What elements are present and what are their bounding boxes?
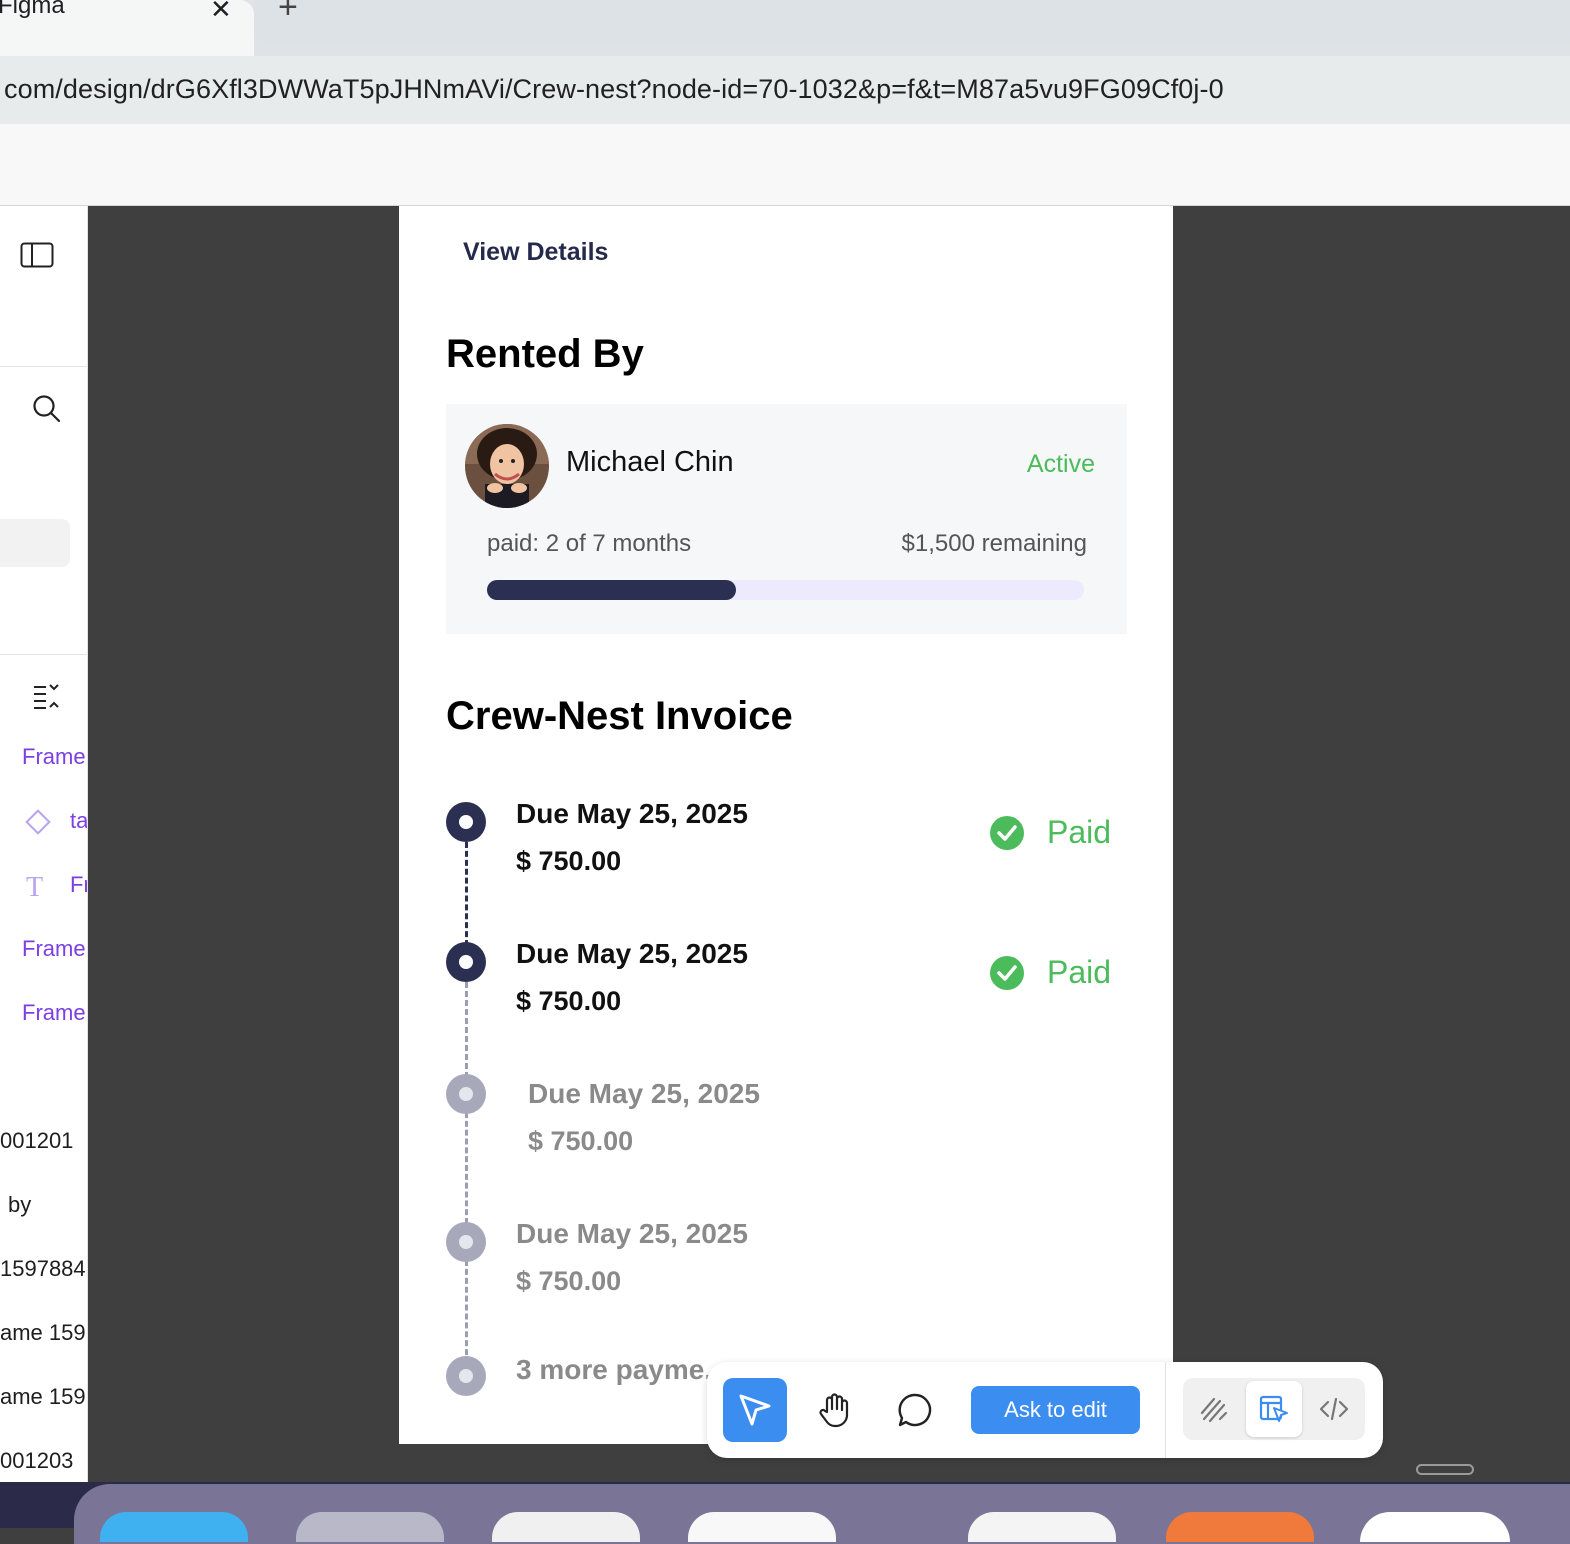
- mode-switcher: [1183, 1378, 1365, 1440]
- toolbar-divider: [1165, 1362, 1166, 1458]
- component-icon: [24, 808, 52, 841]
- code-icon: [1319, 1397, 1349, 1421]
- rented-by-heading: Rented By: [446, 332, 644, 376]
- dock-app-icon[interactable]: [296, 1512, 444, 1542]
- view-details-link[interactable]: View Details: [463, 238, 608, 267]
- payment-progress-bar: [487, 580, 1084, 600]
- layer-item[interactable]: 001203: [0, 1448, 73, 1474]
- layer-item[interactable]: by: [8, 1192, 31, 1218]
- layer-item[interactable]: 1597884: [0, 1256, 86, 1282]
- payment-due-date: Due May 25, 2025: [516, 798, 748, 829]
- tab-bar: Figma ✕ +: [0, 0, 1570, 56]
- bookmarks-bar: [0, 124, 1570, 206]
- tab-title: Figma: [0, 0, 65, 19]
- paid-progress-label: paid: 2 of 7 months: [487, 530, 692, 557]
- payment-due-date: Due May 25, 2025: [516, 1218, 748, 1249]
- paid-label: Paid: [1047, 814, 1112, 850]
- new-tab-button[interactable]: +: [278, 0, 298, 27]
- url-text[interactable]: com/design/drG6Xfl3DWWaT5pJHNmAVi/Crew-n…: [4, 74, 1224, 105]
- layer-frame[interactable]: Frame: [22, 936, 86, 962]
- timeline-dot: [446, 942, 486, 982]
- timeline-dot: [446, 1356, 486, 1396]
- paid-status: Paid: [989, 814, 1111, 851]
- text-layer-icon: T: [26, 872, 44, 903]
- payment-amount: $ 750.00: [516, 1266, 622, 1296]
- invoice-heading: Crew-Nest Invoice: [446, 694, 793, 738]
- timeline-connector: [465, 1260, 468, 1364]
- renter-card: Michael Chin Active paid: 2 of 7 months …: [446, 404, 1127, 634]
- page-selector[interactable]: [0, 519, 70, 567]
- paid-status: Paid: [989, 954, 1111, 991]
- comment-tool-button[interactable]: [883, 1378, 947, 1442]
- design-frame[interactable]: View Details Rented By Michael Chin Acti…: [399, 206, 1173, 1444]
- comment-icon: [898, 1393, 932, 1427]
- panel-divider: [0, 366, 87, 367]
- timeline-connector: [465, 842, 468, 946]
- search-icon[interactable]: [32, 394, 62, 429]
- timeline-dot: [446, 802, 486, 842]
- tab-strip: [254, 0, 1570, 44]
- hand-icon: [819, 1393, 849, 1428]
- avatar: [465, 424, 549, 508]
- sidebar-toggle-icon[interactable]: [20, 242, 54, 273]
- tab-close-icon[interactable]: ✕: [210, 0, 232, 25]
- dock-app-icon[interactable]: [1166, 1512, 1314, 1542]
- layer-text[interactable]: Fr: [70, 872, 87, 898]
- payment-due-date: Due May 25, 2025: [528, 1078, 760, 1109]
- scrollbar-handle[interactable]: [1416, 1464, 1474, 1475]
- timeline-connector: [465, 982, 468, 1078]
- move-tool-button[interactable]: [723, 1378, 787, 1442]
- dock-app-icon[interactable]: [688, 1512, 836, 1542]
- dev-mode-button[interactable]: [1306, 1381, 1362, 1437]
- layer-component[interactable]: ta: [70, 808, 87, 834]
- cursor-icon: [739, 1394, 771, 1426]
- payment-amount: $ 750.00: [516, 846, 622, 876]
- payment-due-date: Due May 25, 2025: [516, 938, 748, 969]
- payment-progress-fill: [487, 580, 736, 600]
- timeline-connector: [465, 1112, 468, 1224]
- design-mode-button[interactable]: [1246, 1381, 1302, 1437]
- dock-app-icon[interactable]: [1360, 1512, 1510, 1542]
- status-badge: Active: [1026, 450, 1095, 478]
- ask-to-edit-button[interactable]: Ask to edit: [971, 1386, 1140, 1434]
- timeline-dot: [446, 1222, 486, 1262]
- hand-tool-button[interactable]: [803, 1378, 867, 1442]
- dock-app-icon[interactable]: [100, 1512, 248, 1542]
- paid-label: Paid: [1047, 954, 1112, 990]
- payment-amount: $ 750.00: [516, 986, 622, 1016]
- panel-divider: [0, 654, 87, 655]
- design-mode-icon: [1259, 1395, 1288, 1422]
- draw-mode-button[interactable]: [1186, 1381, 1242, 1437]
- dock-app-icon[interactable]: [492, 1512, 640, 1542]
- layers-panel: Frame ta T Fr Frame Frame 001201 by 1597…: [0, 206, 88, 1484]
- timeline-dot: [446, 1074, 486, 1114]
- remaining-amount: $1,500 remaining: [901, 530, 1087, 557]
- check-circle-icon: [990, 815, 1024, 850]
- layers-collapse-icon[interactable]: [32, 682, 60, 715]
- renter-name: Michael Chin: [566, 446, 734, 478]
- layer-item[interactable]: ame 159: [0, 1320, 86, 1346]
- layer-frame[interactable]: Frame: [22, 1000, 86, 1026]
- browser-tab[interactable]: Figma ✕: [0, 0, 254, 56]
- check-circle-icon: [990, 955, 1024, 990]
- layer-item[interactable]: ame 159: [0, 1384, 86, 1410]
- more-payments-link[interactable]: 3 more payme...: [516, 1354, 728, 1386]
- layer-frame[interactable]: Frame: [22, 744, 86, 770]
- layer-item[interactable]: 001201: [0, 1128, 73, 1154]
- payment-amount: $ 750.00: [528, 1126, 634, 1156]
- dock-app-icon[interactable]: [968, 1512, 1116, 1542]
- scribble-icon: [1200, 1397, 1228, 1423]
- canvas-toolbar: Ask to edit: [707, 1362, 1383, 1458]
